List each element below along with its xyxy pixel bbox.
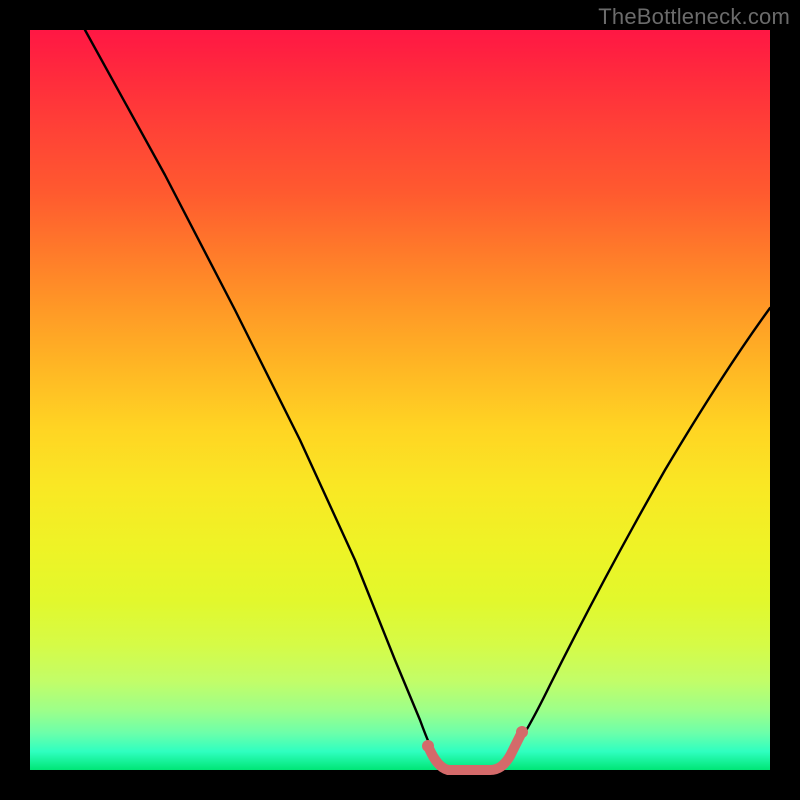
flat-region-end-dot bbox=[516, 726, 528, 738]
flat-region-start-dot bbox=[422, 740, 434, 752]
flat-region-highlight bbox=[428, 732, 522, 770]
chart-frame: TheBottleneck.com bbox=[0, 0, 800, 800]
plot-area bbox=[30, 30, 770, 770]
curve-svg bbox=[30, 30, 770, 770]
watermark-text: TheBottleneck.com bbox=[598, 4, 790, 30]
bottleneck-curve bbox=[85, 30, 770, 770]
